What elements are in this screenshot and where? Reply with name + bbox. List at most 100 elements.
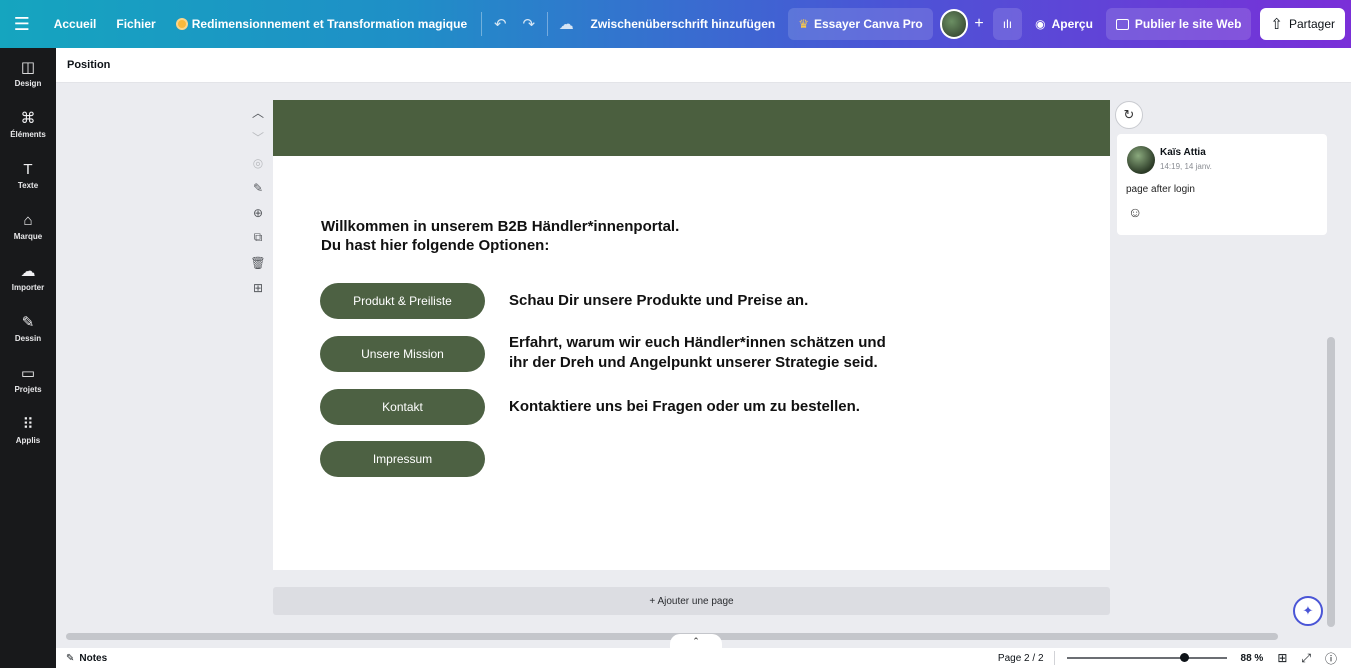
zoom-value[interactable]: 88 % <box>1241 653 1264 664</box>
rail-item-upload[interactable]: ☁ Importer <box>0 252 56 303</box>
collapse-pages-icon[interactable]: ⌃ <box>670 634 722 648</box>
cloud-saved-icon[interactable]: ☁ <box>552 8 581 40</box>
eye-icon: ◉ <box>1035 17 1046 31</box>
zoom-slider[interactable] <box>1066 653 1227 662</box>
text-icon: T <box>23 160 33 178</box>
rail-label: Importer <box>11 282 45 292</box>
rail-label: Design <box>14 78 42 88</box>
footer-bar: ✎ Notes Page 2 / 2 88 % ⊞ ⤢ ⓘ <box>56 648 1351 668</box>
apps-icon: ⠿ <box>22 415 34 433</box>
grid-view-icon[interactable]: ⊞ <box>1277 651 1287 665</box>
web-icon <box>1115 18 1129 30</box>
file-menu-button[interactable]: Fichier <box>106 8 165 40</box>
rail-item-draw[interactable]: ✎ Dessin <box>0 303 56 354</box>
folder-icon: ▭ <box>20 364 36 382</box>
resize-label: Redimensionnement et Transformation magi… <box>191 17 468 31</box>
mission-button[interactable]: Unsere Mission <box>320 336 485 372</box>
products-description[interactable]: Schau Dir unsere Produkte und Preise an. <box>509 291 808 311</box>
analytics-icon[interactable]: ılı <box>992 8 1023 40</box>
avatar[interactable] <box>939 9 969 39</box>
product-pricelist-button[interactable]: Produkt & Preiliste <box>320 283 485 319</box>
magic-assistant-icon[interactable]: ✦ <box>1293 596 1323 626</box>
try-pro-button[interactable]: ♛ Essayer Canva Pro <box>788 8 933 40</box>
publish-label: Publier le site Web <box>1134 17 1242 31</box>
rail-label: Applis <box>15 435 41 445</box>
publish-button[interactable]: Publier le site Web <box>1105 8 1252 40</box>
rail-label: Dessin <box>14 333 42 343</box>
crown-icon <box>175 18 188 30</box>
resize-button[interactable]: Redimensionnement et Transformation magi… <box>166 8 477 40</box>
page-tools: ︿ ﹀ ◎ ✎ ⊕ ⧉ 🗑 ⊞ <box>248 100 268 300</box>
notes-icon: ✎ <box>66 652 75 664</box>
rail-label: Éléments <box>10 129 46 139</box>
context-toolbar: Position <box>56 48 1351 83</box>
notes-icon[interactable]: ✎ <box>248 175 268 200</box>
undo-icon[interactable]: ↶ <box>486 8 515 40</box>
help-icon[interactable]: ⓘ <box>1325 650 1337 667</box>
document-title[interactable]: Zwischenüberschrift hinzufügen <box>581 8 786 40</box>
vertical-scrollbar[interactable] <box>1327 337 1335 627</box>
comment-text: page after login <box>1126 184 1195 195</box>
impressum-button[interactable]: Impressum <box>320 441 485 477</box>
delete-icon[interactable]: 🗑 <box>248 250 268 275</box>
rail-item-brand[interactable]: ⌂ Marque <box>0 201 56 252</box>
draw-icon: ✎ <box>21 313 35 331</box>
share-icon: ⇧ <box>1270 16 1283 33</box>
fullscreen-icon[interactable]: ⤢ <box>1301 651 1311 666</box>
rail-item-text[interactable]: T Texte <box>0 150 56 201</box>
mission-line-2: ihr der Dreh und Angelpunkt unserer Stra… <box>509 354 878 371</box>
redo-icon[interactable]: ↷ <box>515 8 544 40</box>
position-button[interactable]: Position <box>67 59 110 71</box>
welcome-line-2: Du hast hier folgende Optionen: <box>321 237 550 254</box>
preview-button[interactable]: ◉ Aperçu <box>1025 8 1103 40</box>
design-icon: ◫ <box>20 58 36 76</box>
divider <box>1053 651 1055 665</box>
page-indicator[interactable]: Page 2 / 2 <box>998 653 1044 664</box>
add-page-icon[interactable]: ⊞ <box>248 275 268 300</box>
elements-icon: ⌘ <box>20 109 36 127</box>
zoom-slider-thumb[interactable] <box>1179 653 1189 662</box>
rail-label: Marque <box>13 231 43 241</box>
notes-label: Notes <box>79 652 108 664</box>
rail-item-projects[interactable]: ▭ Projets <box>0 354 56 405</box>
crown-icon: ♛ <box>798 17 809 31</box>
rail-label: Projets <box>14 384 42 394</box>
comment-author: Kaïs Attia <box>1160 147 1206 158</box>
page-header-band[interactable] <box>273 100 1110 156</box>
notes-button[interactable]: ✎ Notes <box>66 653 107 664</box>
mission-line-1: Erfahrt, warum wir euch Händler*innen sc… <box>509 334 886 351</box>
menu-icon[interactable]: ☰ <box>0 0 44 48</box>
top-bar: ☰ Accueil Fichier Redimensionnement et T… <box>0 0 1351 48</box>
divider <box>547 12 549 36</box>
lock-icon[interactable]: ⊕ <box>248 200 268 225</box>
move-down-icon[interactable]: ﹀ <box>248 125 268 150</box>
rail-label: Texte <box>17 180 39 190</box>
add-collaborator-icon[interactable]: + <box>968 15 989 33</box>
divider <box>481 12 483 36</box>
add-reaction-icon[interactable]: ☺ <box>1128 204 1142 220</box>
contact-button[interactable]: Kontakt <box>320 389 485 425</box>
side-rail: ◫ Design ⌘ Éléments T Texte ⌂ Marque ☁ I… <box>0 48 56 668</box>
rail-item-apps[interactable]: ⠿ Applis <box>0 405 56 456</box>
upload-icon: ☁ <box>20 262 36 280</box>
preview-label: Aperçu <box>1051 17 1093 31</box>
home-button[interactable]: Accueil <box>44 8 107 40</box>
share-label: Partager <box>1288 17 1336 31</box>
contact-description[interactable]: Kontaktiere uns bei Fragen oder um zu be… <box>509 397 860 417</box>
comment-card[interactable]: Kaïs Attia 14:19, 14 janv. page after lo… <box>1117 134 1327 235</box>
move-up-icon[interactable]: ︿ <box>248 100 268 125</box>
welcome-heading[interactable]: Willkommen in unserem B2B Händler*innenp… <box>321 217 679 255</box>
add-page-button[interactable]: + Ajouter une page <box>273 587 1110 615</box>
duplicate-icon[interactable]: ⧉ <box>248 225 268 250</box>
welcome-line-1: Willkommen in unserem B2B Händler*innenp… <box>321 218 680 235</box>
avatar <box>1127 146 1155 174</box>
rail-item-elements[interactable]: ⌘ Éléments <box>0 99 56 150</box>
try-pro-label: Essayer Canva Pro <box>813 17 923 31</box>
rail-item-design[interactable]: ◫ Design <box>0 48 56 99</box>
mission-description[interactable]: Erfahrt, warum wir euch Händler*innen sc… <box>509 333 886 373</box>
hide-icon[interactable]: ◎ <box>248 150 268 175</box>
design-page[interactable]: Willkommen in unserem B2B Händler*innenp… <box>273 100 1110 570</box>
share-button[interactable]: ⇧ Partager <box>1260 8 1346 40</box>
comment-time: 14:19, 14 janv. <box>1160 162 1212 171</box>
add-comment-icon[interactable]: ↻ <box>1115 101 1143 129</box>
